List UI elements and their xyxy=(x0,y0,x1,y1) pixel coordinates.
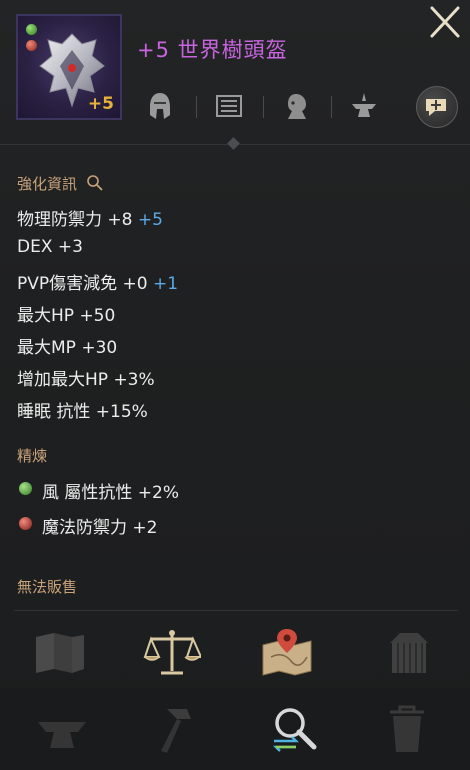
chat-link-button[interactable] xyxy=(416,86,458,128)
storage-button[interactable] xyxy=(377,620,441,684)
tab-separator xyxy=(196,96,197,118)
bottom-action-bar xyxy=(0,688,470,770)
magnifier-swap-icon xyxy=(272,708,317,752)
delete-button[interactable] xyxy=(371,688,443,770)
tab-book[interactable] xyxy=(209,86,249,126)
tab-helmet[interactable] xyxy=(140,86,180,126)
compare-button[interactable] xyxy=(258,688,330,770)
book-icon xyxy=(216,95,242,117)
stat-line: 最大HP +50 xyxy=(17,306,116,326)
item-tab-bar xyxy=(140,86,470,136)
stat-line: DEX +3 xyxy=(17,237,83,257)
refine-stat-line: 魔法防禦力 +2 xyxy=(42,518,158,538)
tab-separator xyxy=(331,96,332,118)
tab-anvil[interactable] xyxy=(344,86,384,126)
sell-button[interactable] xyxy=(140,620,204,684)
actions-divider xyxy=(14,610,458,611)
magnifier-icon[interactable] xyxy=(86,174,104,192)
scales-icon xyxy=(143,630,201,675)
stat-line: PVP傷害減免 +0 +1 xyxy=(17,274,179,294)
red-gem-icon xyxy=(26,40,37,51)
refine-stat-line: 風 屬性抗性 +2% xyxy=(42,483,180,503)
green-gem-icon xyxy=(19,482,32,495)
helmet-icon xyxy=(150,93,170,119)
enhance-level-badge: +5 xyxy=(87,94,114,114)
item-tooltip-panel: +5 +5 世界樹頭盔 強化資訊 物理防禦力 +8 +5 DEX +3 PVP傷… xyxy=(0,0,470,770)
trash-icon xyxy=(390,705,424,752)
item-action-bar xyxy=(0,620,470,684)
bust-icon xyxy=(288,94,306,119)
location-button[interactable] xyxy=(255,620,319,684)
close-icon[interactable] xyxy=(424,2,464,42)
tab-bust[interactable] xyxy=(276,86,316,126)
anvil-icon xyxy=(352,93,376,117)
tab-separator xyxy=(263,96,264,118)
item-icon-frame[interactable]: +5 xyxy=(16,14,122,120)
green-gem-icon xyxy=(26,24,37,35)
chat-bubble-plus-icon xyxy=(426,99,446,116)
item-title: +5 世界樹頭盔 xyxy=(137,38,288,62)
hammer-icon xyxy=(161,709,191,753)
store-button[interactable] xyxy=(28,620,92,684)
red-gem-icon xyxy=(19,517,32,530)
anvil-icon xyxy=(38,722,86,748)
stat-line: 增加最大HP +3% xyxy=(17,370,155,390)
map-pin-icon xyxy=(262,629,312,676)
chest-icon xyxy=(390,633,428,673)
stat-line: 最大MP +30 xyxy=(17,338,118,358)
refine-label: 精煉 xyxy=(17,447,48,465)
enhance-button[interactable] xyxy=(26,688,98,770)
stat-line: 物理防禦力 +8 +5 xyxy=(17,210,163,230)
stat-line: 睡眠 抗性 +15% xyxy=(17,402,148,422)
divider-ornament xyxy=(227,137,240,150)
sale-status-label: 無法販售 xyxy=(17,578,78,596)
books-icon xyxy=(36,633,84,673)
enhance-info-label: 強化資訊 xyxy=(17,173,104,194)
craft-button[interactable] xyxy=(139,688,211,770)
